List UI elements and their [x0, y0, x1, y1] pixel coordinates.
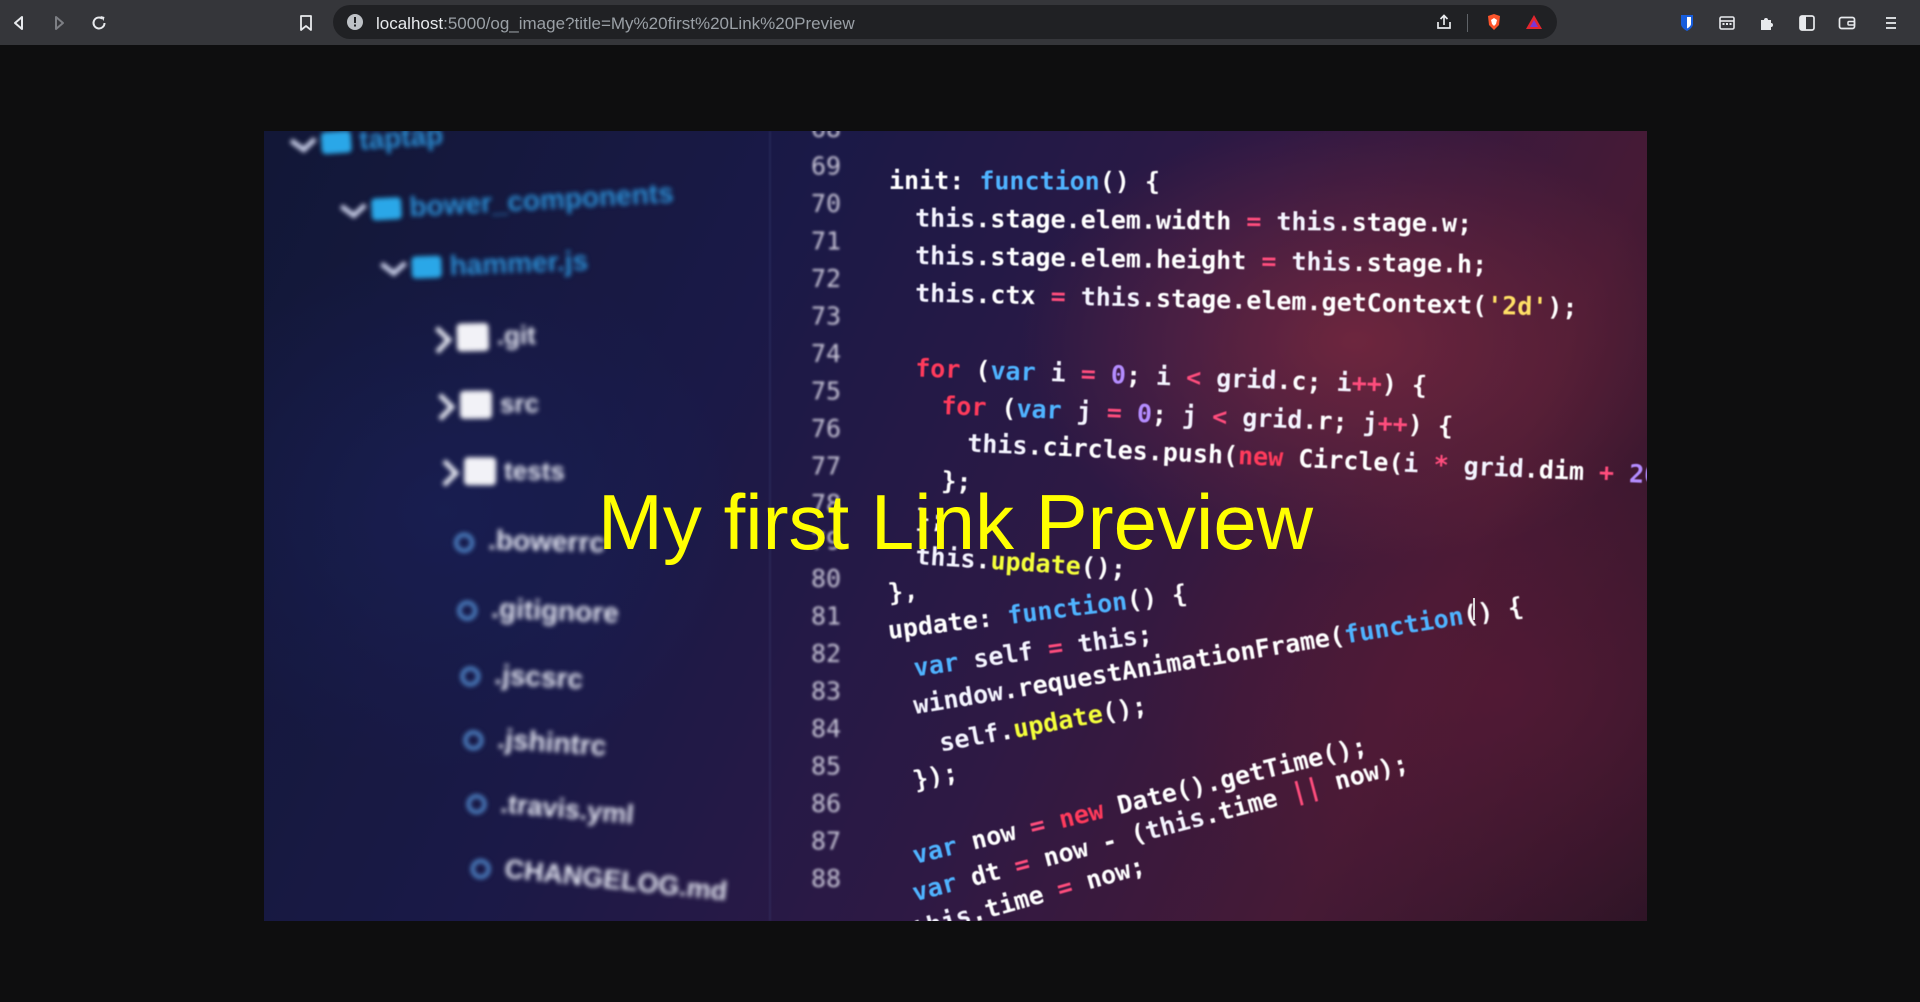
- url-text[interactable]: localhost:5000/og_image?title=My%20first…: [376, 14, 855, 34]
- brave-rewards-icon: [1526, 15, 1542, 29]
- forward-arrow-icon: [55, 16, 64, 30]
- og-title-text: My first Link Preview: [597, 478, 1314, 566]
- line-number: 81: [811, 602, 841, 631]
- line-number: 83: [811, 677, 841, 706]
- code-line: init: function() {: [889, 166, 1160, 196]
- menu-icon: [1886, 17, 1896, 29]
- line-number: 73: [811, 302, 841, 331]
- site-info-button[interactable]: [346, 13, 364, 31]
- bookmark-icon: [300, 15, 312, 31]
- line-number: 70: [811, 189, 841, 218]
- tree-item-label: .jscsrc: [494, 659, 584, 695]
- share-icon: [1437, 14, 1451, 29]
- share-button[interactable]: [1430, 8, 1458, 36]
- back-arrow-icon: [14, 16, 23, 30]
- code-line: },: [887, 575, 920, 607]
- line-number: 85: [811, 752, 841, 781]
- forward-button[interactable]: [45, 9, 73, 37]
- calendar-extension[interactable]: [1713, 9, 1741, 37]
- tree-item-label: .gitignore: [491, 593, 620, 629]
- wallet-icon: [1838, 16, 1856, 30]
- brave-rewards-button[interactable]: [1520, 8, 1548, 36]
- line-number: 72: [811, 264, 841, 293]
- line-number: 71: [811, 227, 841, 256]
- line-number: 77: [811, 452, 841, 481]
- line-number: 76: [811, 414, 841, 443]
- line-number: 69: [811, 152, 841, 181]
- text-cursor: [1473, 598, 1475, 620]
- bitwarden-icon: [1681, 15, 1693, 31]
- url-host: localhost: [376, 14, 444, 33]
- og-image-preview: taptap bower_components hammer.js .git src te…: [264, 131, 1647, 921]
- brave-shields-button[interactable]: [1480, 8, 1508, 36]
- bookmark-button[interactable]: [292, 9, 320, 37]
- brave-shields-icon: [1488, 14, 1500, 30]
- line-number: 88: [811, 864, 841, 893]
- folder-icon: [459, 390, 493, 419]
- tree-item-label: src: [500, 388, 539, 418]
- extension-calendar-icon: [1719, 16, 1735, 30]
- code-line: this.stage.elem.width = this.stage.w;: [915, 204, 1472, 238]
- main-menu-button[interactable]: [1877, 9, 1905, 37]
- tree-item-label: hammer.js: [449, 245, 589, 281]
- browser-toolbar: localhost:5000/og_image?title=My%20first…: [0, 0, 1920, 45]
- extensions-button[interactable]: [1753, 9, 1781, 37]
- page-viewport: taptap bower_components hammer.js .git src te…: [0, 45, 1920, 1002]
- url-path: :5000/og_image?title=My%20first%20Link%2…: [443, 14, 855, 33]
- wallet-button[interactable]: [1833, 9, 1861, 37]
- folder-icon: [320, 131, 352, 155]
- line-number: 87: [811, 827, 841, 856]
- line-number: 80: [811, 564, 841, 593]
- folder-icon: [463, 457, 497, 486]
- reload-icon: [92, 16, 106, 30]
- line-number: 84: [811, 714, 841, 743]
- line-number: 74: [811, 339, 841, 368]
- folder-icon: [456, 322, 490, 352]
- line-number: 82: [811, 639, 841, 668]
- address-bar[interactable]: localhost:5000/og_image?title=My%20first…: [333, 5, 1557, 39]
- omnibox-divider: [1467, 14, 1468, 32]
- reload-button[interactable]: [85, 9, 113, 37]
- bitwarden-extension[interactable]: [1673, 9, 1701, 37]
- sidebar-button[interactable]: [1793, 9, 1821, 37]
- tree-item-label: .git: [496, 320, 536, 351]
- back-button[interactable]: [5, 9, 33, 37]
- folder-icon: [411, 255, 442, 279]
- line-number: 86: [811, 789, 841, 818]
- folder-icon: [371, 197, 402, 221]
- info-icon: [347, 14, 363, 30]
- puzzle-icon: [1761, 18, 1773, 30]
- tree-item-label: tests: [504, 456, 565, 487]
- line-number: 75: [811, 377, 841, 406]
- sidebar-icon: [1799, 15, 1815, 31]
- line-number: 68: [811, 131, 841, 143]
